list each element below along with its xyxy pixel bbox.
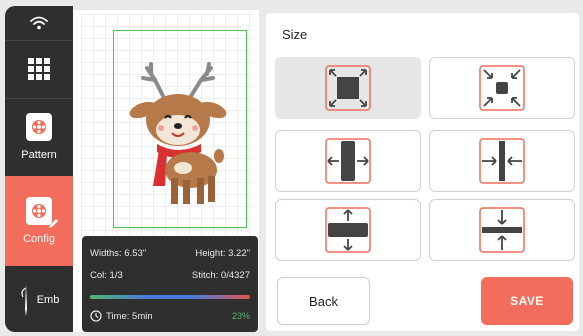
- deer-design-image: [129, 62, 227, 204]
- expand-all-button[interactable]: [275, 57, 421, 119]
- sidebar-item-label: Pattern: [21, 149, 57, 161]
- shrink-horizontal-button[interactable]: [429, 130, 575, 192]
- time-readout: Time: 5min: [106, 310, 153, 322]
- sidebar-item-label: Emb: [36, 294, 60, 306]
- save-button[interactable]: SAVE: [481, 277, 573, 325]
- sidebar-item-config[interactable]: Config: [5, 176, 73, 266]
- size-title: Size: [282, 27, 308, 42]
- shrink-vertical-icon: [479, 207, 525, 253]
- expand-vertical-button[interactable]: [275, 199, 421, 261]
- size-panel: Size Back SAVE: [266, 13, 579, 331]
- design-canvas[interactable]: [81, 14, 253, 240]
- shrink-all-button[interactable]: [429, 57, 575, 119]
- stitch-readout: Stitch: 0/4327: [191, 270, 250, 281]
- sidebar-item-pattern[interactable]: Pattern: [5, 98, 73, 176]
- stitch-info-panel: Widths: 6.53" Height: 3.22" Col: 1/3 Sti…: [82, 236, 258, 332]
- pattern-icon: [26, 113, 52, 141]
- clock-icon: [90, 310, 102, 322]
- grid-menu-icon: [28, 58, 50, 80]
- config-icon: [26, 197, 58, 228]
- shrink-horizontal-icon: [479, 138, 525, 184]
- color-readout: Col: 1/3: [90, 270, 123, 281]
- needle-icon: [21, 284, 27, 316]
- expand-horizontal-icon: [325, 138, 371, 184]
- height-readout: Height: 3.22": [195, 248, 250, 259]
- sidebar-item-menu[interactable]: [5, 40, 73, 98]
- app-frame: Pattern Config Emb Widths: 6.53" Height:…: [0, 0, 583, 336]
- expand-all-icon: [325, 65, 371, 111]
- sidebar-item-label: Config: [23, 233, 55, 245]
- shrink-vertical-button[interactable]: [429, 199, 575, 261]
- progress-percent: 23%: [231, 311, 250, 321]
- expand-vertical-icon: [325, 207, 371, 253]
- progress-bar: [90, 295, 250, 299]
- width-readout: Widths: 6.53": [90, 248, 147, 259]
- wifi-status: [5, 6, 73, 40]
- expand-horizontal-button[interactable]: [275, 130, 421, 192]
- sidebar: Pattern Config Emb: [5, 6, 73, 332]
- edit-pencil-icon: [49, 219, 58, 228]
- sidebar-item-emb[interactable]: Emb: [5, 268, 73, 332]
- shrink-all-icon: [479, 65, 525, 111]
- back-button[interactable]: Back: [277, 277, 370, 325]
- wifi-icon: [30, 16, 48, 30]
